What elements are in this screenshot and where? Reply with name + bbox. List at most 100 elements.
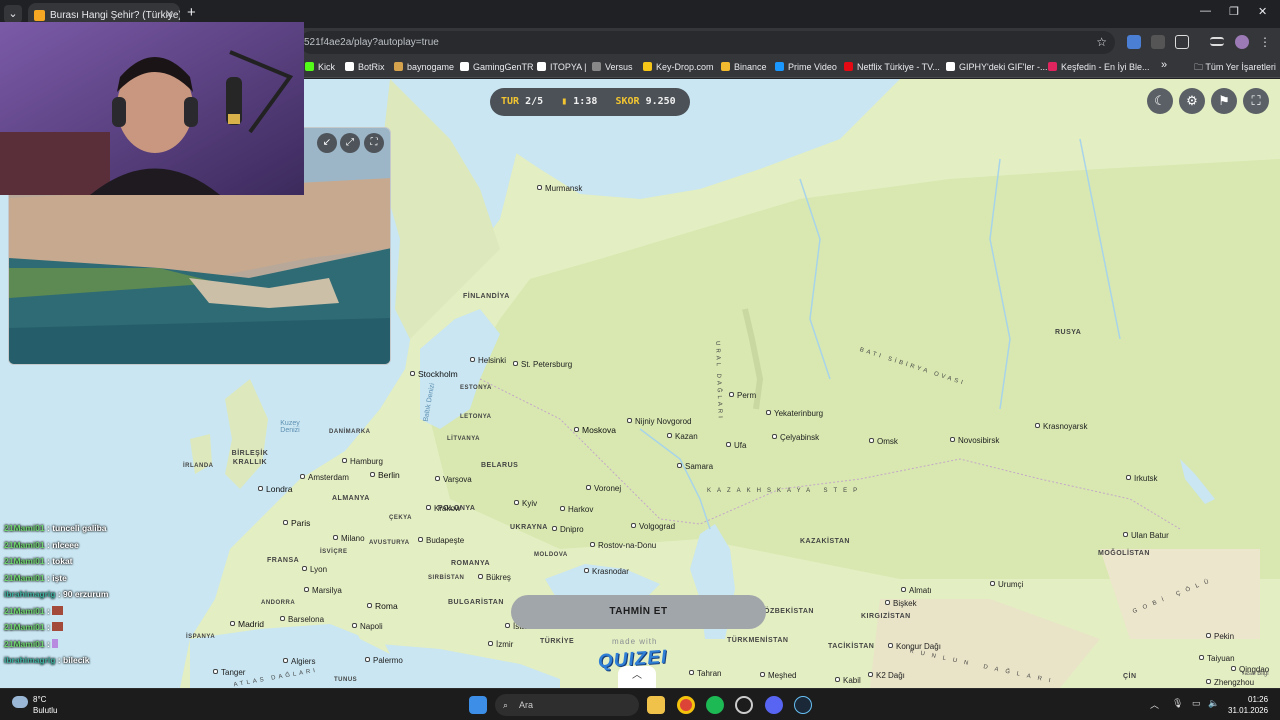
legal-attribution-link[interactable]: Yasal Bilgi [1241, 671, 1269, 677]
bookmark-item[interactable]: Key-Drop.com [643, 56, 714, 78]
collapse-chevron-up-icon[interactable]: ︿ [618, 666, 656, 688]
map-label-city: Volgograd [631, 522, 675, 531]
map-label-country: TÜRKİYE [540, 638, 575, 645]
map-label-city: Algiers [283, 657, 315, 666]
bookmark-item[interactable]: Binance [721, 56, 767, 78]
bookmark-star-icon[interactable]: ☆ [1096, 31, 1107, 54]
fullscreen-icon[interactable]: ⛶ [1243, 88, 1269, 114]
bookmarks-overflow-icon[interactable]: » [1161, 59, 1167, 71]
map-label-city: Pekin [1206, 632, 1234, 641]
spotify-icon[interactable] [706, 696, 724, 714]
cloud-sun-icon [12, 696, 28, 708]
map-label-city: Napoli [352, 622, 383, 631]
microphone-icon[interactable]: 🎙 [1172, 698, 1183, 709]
tray-overflow-chevron-icon[interactable]: ︿ [1150, 698, 1159, 711]
bookmark-favicon-icon [592, 62, 601, 71]
emote-icon [52, 605, 64, 615]
extension-icon[interactable] [1151, 35, 1165, 49]
volume-icon[interactable]: 🔈 [1208, 698, 1219, 709]
map-label-city: Krasnodar [584, 567, 629, 576]
bookmark-item[interactable]: Prime Video [775, 56, 837, 78]
reading-list-icon[interactable] [1210, 37, 1224, 46]
map-label-city: Bükreş [478, 573, 511, 582]
bookmark-favicon-icon [721, 62, 730, 71]
guess-button[interactable]: TAHMİN ET [511, 595, 766, 629]
map-label-country: MOĞOLİSTAN [1098, 550, 1150, 557]
clock-time: 01:26 [1248, 695, 1269, 704]
translate-extension-icon[interactable] [1127, 35, 1141, 49]
map-label-city: Rostov-na-Donu [590, 541, 656, 550]
map-label-city: Hamburg [342, 457, 383, 466]
bookmark-item[interactable]: GIPHY'deki GIF'ler -... [946, 56, 1047, 78]
map-label-country: RUSYA [1055, 329, 1082, 336]
bookmark-item[interactable]: GamingGenTR [460, 56, 534, 78]
close-window-icon[interactable]: ✕ [1258, 5, 1267, 18]
all-bookmarks-folder[interactable]: 🗀 Tüm Yer İşaretleri [1194, 56, 1276, 78]
fullscreen-photo-icon[interactable]: ⛶ [364, 133, 384, 153]
map-label-city: Paris [283, 518, 310, 528]
score-value: 9.250 [645, 96, 676, 107]
network-icon[interactable]: ▭ [1192, 698, 1201, 709]
map-label-city: Voronej [586, 484, 621, 493]
new-tab-plus-icon[interactable]: + [187, 4, 196, 21]
map-label-country: KAZAKİSTAN [800, 538, 850, 545]
map-label-country: İSVİÇRE [320, 549, 348, 555]
report-flag-icon[interactable]: ⚑ [1211, 88, 1237, 114]
extensions-puzzle-icon[interactable] [1175, 35, 1189, 49]
weather-widget[interactable]: 8°C Bulutlu [12, 694, 57, 716]
map-label-country: ÇİN [1123, 673, 1137, 680]
map-label-country: ANDORRA [261, 600, 296, 606]
taskbar-search[interactable]: ⌕ Ara [495, 694, 639, 716]
chrome-icon[interactable] [677, 696, 695, 714]
bookmark-item[interactable]: baynogame [394, 56, 454, 78]
bookmark-favicon-icon [1048, 62, 1057, 71]
system-clock[interactable]: 01:26 31.01.2026 [1228, 694, 1268, 716]
map-label-city: Kazan [667, 432, 698, 441]
map-label-country: ALMANYA [332, 495, 370, 502]
steam-icon[interactable] [794, 696, 812, 714]
map-label-city: Perm [729, 391, 756, 400]
bookmark-favicon-icon [460, 62, 469, 71]
map-label-city: Stockholm [410, 369, 458, 379]
address-bar[interactable]: 521f4ae2a/play?autoplay=true ☆ [300, 31, 1115, 54]
menu-kebab-icon[interactable]: ⋮ [1259, 35, 1273, 49]
map-label-city: Almatı [901, 586, 932, 595]
bookmark-item[interactable]: Netflix Türkiye - TV... [844, 56, 940, 78]
map-label-country: LİTVANYA [447, 436, 481, 442]
dark-mode-moon-icon[interactable]: ☾ [1147, 88, 1173, 114]
map-label-city: Urumçi [990, 580, 1023, 589]
restore-icon[interactable]: ❐ [1229, 5, 1239, 18]
bookmark-favicon-icon [305, 62, 314, 71]
collapse-photo-icon[interactable]: ↙ [317, 133, 337, 153]
bookmark-item[interactable]: Versus [592, 56, 633, 78]
clock-date: 31.01.2026 [1228, 706, 1269, 715]
map-label-city: Yekaterinburg [766, 409, 823, 418]
minimize-icon[interactable]: — [1200, 5, 1211, 17]
tab-title: Burası Hangi Şehir? (Türkiye) - Ç [50, 10, 180, 21]
bookmark-favicon-icon [844, 62, 853, 71]
map-label-city: Barselona [280, 615, 324, 624]
profile-avatar-icon[interactable] [1235, 35, 1249, 49]
map-label-city: Novosibirsk [950, 436, 999, 445]
map-label-city: Taiyuan [1199, 654, 1235, 663]
bookmark-item[interactable]: Kick [305, 56, 335, 78]
app-icon[interactable] [735, 696, 753, 714]
map-label-city: Kabil [835, 676, 861, 685]
expand-photo-icon[interactable]: ⤢ [340, 133, 360, 153]
map-label-city: Krakow [426, 504, 461, 513]
bookmark-item[interactable]: ITOPYA | [537, 56, 587, 78]
map-label-country: BELARUS [481, 462, 519, 469]
map-label-city: Tahran [689, 669, 721, 678]
map-label-city: Lyon [302, 565, 327, 574]
tab-list-chevron-icon[interactable]: ⌄ [4, 5, 22, 23]
map-label-country: ESTONYA [460, 385, 492, 391]
windows-start-icon[interactable] [469, 696, 487, 714]
file-explorer-icon[interactable] [647, 696, 665, 714]
discord-icon[interactable] [765, 696, 783, 714]
map-label-city: St. Petersburg [513, 360, 572, 369]
timer-value: 1:38 [573, 96, 598, 107]
settings-gear-icon[interactable]: ⚙ [1179, 88, 1205, 114]
bookmark-item[interactable]: BotRix [345, 56, 385, 78]
chat-message: 21Mami01 : nlceee [4, 539, 79, 550]
bookmark-item[interactable]: Keşfedin - En İyi Ble... [1048, 56, 1150, 78]
